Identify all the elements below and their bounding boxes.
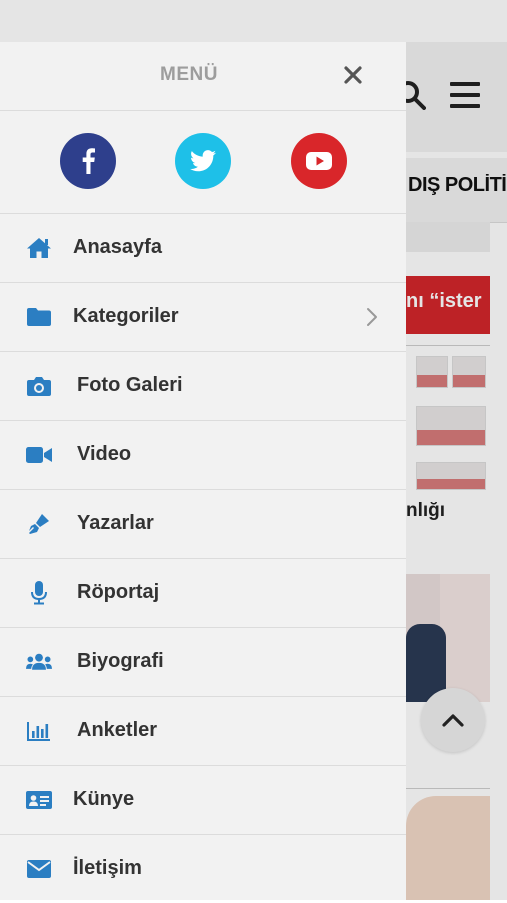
microphone-icon bbox=[26, 581, 52, 605]
facebook-icon bbox=[82, 148, 95, 174]
menu-item-kategoriler[interactable]: Kategoriler bbox=[0, 283, 406, 352]
chevron-right-icon bbox=[367, 308, 377, 326]
camera-icon bbox=[26, 374, 52, 398]
menu-item-label: İletişim bbox=[73, 857, 142, 879]
menu-item-roportaj[interactable]: Röportaj bbox=[0, 559, 406, 628]
facebook-button[interactable] bbox=[60, 133, 116, 189]
video-icon bbox=[26, 443, 52, 467]
close-icon bbox=[344, 66, 362, 84]
menu-item-foto-galeri[interactable]: Foto Galeri bbox=[0, 352, 406, 421]
drawer-header: MENÜ bbox=[0, 42, 406, 111]
menu-item-video[interactable]: Video bbox=[0, 421, 406, 490]
menu-item-label: Künye bbox=[73, 788, 135, 810]
close-menu-button[interactable] bbox=[338, 60, 368, 90]
twitter-button[interactable] bbox=[175, 133, 231, 189]
twitter-icon bbox=[190, 150, 216, 172]
users-icon bbox=[26, 650, 52, 674]
chevron-up-icon bbox=[442, 714, 464, 727]
scroll-to-top-button[interactable] bbox=[421, 688, 485, 752]
home-icon bbox=[26, 236, 52, 260]
id-card-icon bbox=[26, 788, 52, 812]
menu-item-label: Kategoriler bbox=[73, 305, 179, 327]
envelope-icon bbox=[26, 857, 52, 881]
social-links bbox=[0, 111, 406, 214]
menu-item-anketler[interactable]: Anketler bbox=[0, 697, 406, 766]
menu-item-kunye[interactable]: Künye bbox=[0, 766, 406, 835]
menu-item-iletisim[interactable]: İletişim bbox=[0, 835, 406, 903]
menu-item-label: Biyografi bbox=[77, 650, 164, 672]
menu-item-label: Anasayfa bbox=[73, 236, 162, 258]
menu-item-label: Anketler bbox=[77, 719, 158, 741]
menu-item-label: Röportaj bbox=[77, 581, 160, 603]
menu-item-yazarlar[interactable]: Yazarlar bbox=[0, 490, 406, 559]
menu-item-biyografi[interactable]: Biyografi bbox=[0, 628, 406, 697]
menu-item-label: Yazarlar bbox=[77, 512, 154, 534]
menu-item-label: Video bbox=[77, 443, 132, 465]
bar-chart-icon bbox=[26, 719, 52, 743]
youtube-button[interactable] bbox=[291, 133, 347, 189]
pen-icon bbox=[26, 512, 52, 536]
folder-icon bbox=[26, 305, 52, 329]
menu-title: MENÜ bbox=[160, 64, 218, 85]
side-menu-drawer: MENÜ Anasayfa Kategoriler Foto Galeri Vi… bbox=[0, 42, 406, 900]
menu-item-label: Foto Galeri bbox=[77, 374, 183, 396]
youtube-icon bbox=[306, 152, 332, 170]
menu-item-anasayfa[interactable]: Anasayfa bbox=[0, 214, 406, 283]
